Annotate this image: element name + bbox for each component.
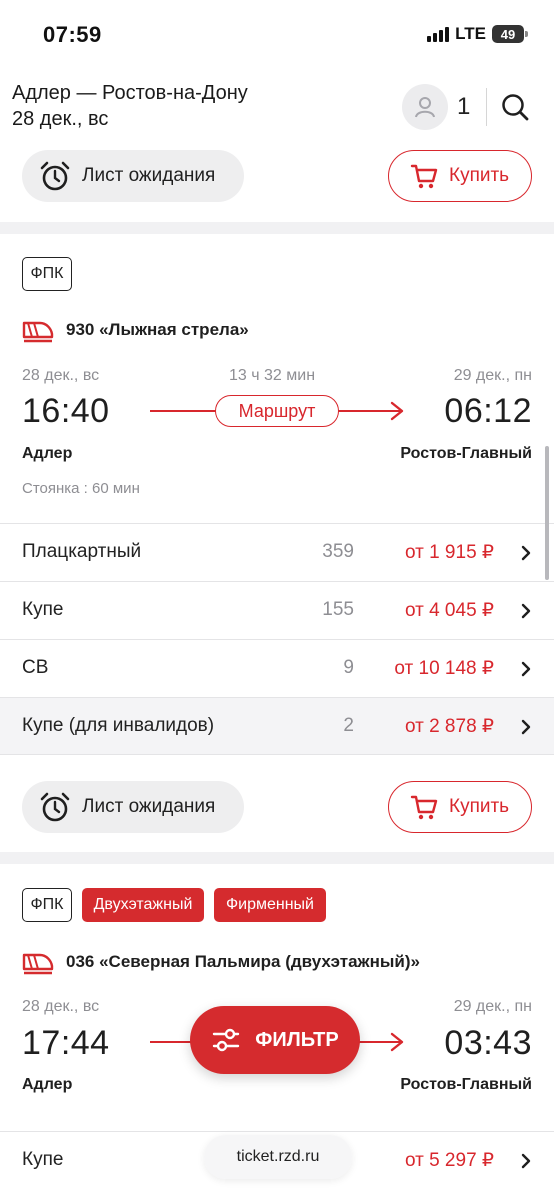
train-icon [22,321,54,343]
card-separator [0,852,554,864]
status-indicators: LTE 49 [427,24,528,44]
cart-icon [410,795,438,820]
passenger-count[interactable]: 1 [457,93,470,121]
arrival-time: 03:43 [444,1024,532,1062]
class-row[interactable]: Купе (для инвалидов) 2 от 2 878 ₽ [0,697,554,755]
seat-count: 9 [343,657,354,678]
waitlist-label: Лист ожидания [82,796,216,817]
search-icon [502,94,529,121]
chevron-right-icon [521,719,531,735]
train-title[interactable]: 036 «Северная Пальмира (двухэтажный)» [22,949,420,975]
departure-station: Адлер [22,445,73,462]
chevron-right-icon [521,545,531,561]
network-type: LTE [455,24,486,43]
arrival-date: 29 дек., пн [453,998,532,1015]
waitlist-button[interactable]: Лист ожидания [22,781,244,833]
buy-button[interactable]: Купить [388,150,532,202]
seat-count: 359 [322,541,354,562]
browser-url-bar[interactable]: ticket.rzd.ru [204,1135,352,1179]
route-date[interactable]: 28 дек., вс [12,108,108,131]
seat-count: 2 [343,715,354,736]
seat-count: 155 [322,599,354,620]
route-button[interactable]: Маршрут [215,395,339,427]
alarm-clock-icon [40,792,70,822]
class-row[interactable]: Плацкартный 359 от 1 915 ₽ [0,523,554,581]
departure-date: 28 дек., вс [22,367,100,384]
chevron-right-icon [521,603,531,619]
buy-label: Купить [449,165,510,186]
class-name: Купе [22,1149,64,1170]
class-name: Купе (для инвалидов) [22,715,215,736]
signal-icon [427,26,450,42]
chevron-right-icon [521,1153,531,1169]
stop-duration: Стоянка : 60 мин [22,480,140,497]
search-header: Адлер — Ростов-на-Дону 28 дек., вс 1 [0,70,554,150]
waitlist-label: Лист ожидания [82,165,216,186]
filter-button[interactable]: ФИЛЬТР [190,1006,360,1074]
route-title[interactable]: Адлер — Ростов-на-Дону [12,82,248,105]
departure-date: 28 дек., вс [22,998,100,1015]
cart-icon [410,164,438,189]
arrival-station: Ростов-Главный [400,1076,532,1093]
buy-label: Купить [449,796,510,817]
class-price: от 10 148 ₽ [394,658,494,679]
buy-button[interactable]: Купить [388,781,532,833]
class-price: от 5 297 ₽ [404,1150,494,1171]
branded-tag: Фирменный [214,888,326,922]
departure-time: 16:40 [22,392,110,430]
trip-duration: 13 ч 32 мин [229,367,316,384]
arrival-station: Ростов-Главный [400,445,532,462]
status-time: 07:59 [43,22,102,47]
scrollbar[interactable] [545,446,549,580]
class-price: от 1 915 ₽ [404,542,494,563]
class-price: от 2 878 ₽ [404,716,494,737]
arrow-right-icon [390,401,404,421]
carrier-tag: ФПК [22,257,72,291]
arrival-time: 06:12 [444,392,532,430]
train-name: 036 «Северная Пальмира (двухэтажный)» [66,952,420,971]
chevron-right-icon [521,661,531,677]
departure-station: Адлер [22,1076,73,1093]
arrival-date: 29 дек., пн [453,367,532,384]
status-bar: 07:59 LTE 49 [0,0,554,70]
class-row[interactable]: СВ 9 от 10 148 ₽ [0,639,554,697]
filter-label: ФИЛЬТР [255,1028,339,1051]
class-name: Купе [22,599,64,620]
class-name: Плацкартный [22,541,142,562]
departure-time: 17:44 [22,1024,110,1062]
passenger-button[interactable] [402,84,448,130]
alarm-clock-icon [40,161,70,191]
train-title[interactable]: 930 «Лыжная стрела» [22,317,249,343]
train-name: 930 «Лыжная стрела» [66,320,249,339]
waitlist-button[interactable]: Лист ожидания [22,150,244,202]
search-button[interactable] [496,88,534,126]
class-price: от 4 045 ₽ [404,600,494,621]
card-separator [0,222,554,234]
class-row[interactable]: Купе 155 от 4 045 ₽ [0,581,554,639]
user-icon [415,97,435,118]
double-deck-tag: Двухэтажный [82,888,204,922]
sliders-icon [213,1028,240,1052]
header-divider [486,88,487,126]
carrier-tag: ФПК [22,888,72,922]
train-icon [22,953,54,975]
arrow-right-icon [390,1032,404,1052]
class-name: СВ [22,657,49,678]
battery-icon: 49 [492,25,528,43]
browser-url: ticket.rzd.ru [236,1148,320,1165]
